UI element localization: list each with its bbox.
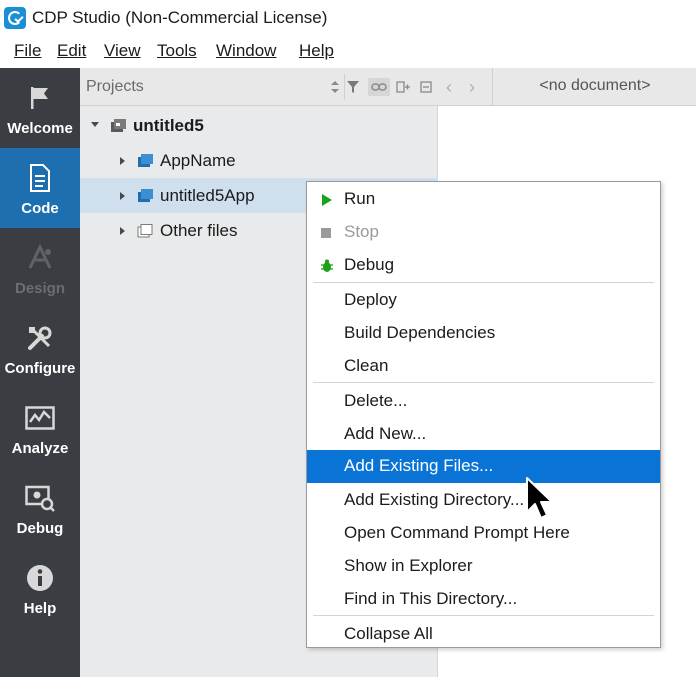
mode-configure[interactable]: Configure <box>0 308 80 388</box>
document-selector[interactable]: <no document> <box>494 77 696 95</box>
mode-design[interactable]: Design <box>0 228 80 308</box>
mode-code[interactable]: Code <box>0 148 80 228</box>
menu-item-debug[interactable]: Debug <box>307 249 660 282</box>
mode-label: Configure <box>4 360 76 377</box>
menu-separator <box>313 382 654 383</box>
tree-item-untitled5[interactable]: untitled5 <box>80 108 438 143</box>
menu-file[interactable]: File <box>14 41 41 61</box>
mode-label: Debug <box>16 520 64 537</box>
expand-arrow-icon[interactable] <box>120 157 125 165</box>
tree-item-label: untitled5 <box>133 116 204 135</box>
mode-bar: Welcome Code Design Configure Analyze De… <box>0 68 80 677</box>
menu-view[interactable]: View <box>104 41 141 61</box>
mode-label: Help <box>23 600 57 617</box>
menu-item-add-existing-directory[interactable]: Add Existing Directory... <box>307 484 660 517</box>
menu-item-clean[interactable]: Clean <box>307 350 660 383</box>
projects-header: Projects <box>80 68 438 106</box>
menu-item-show-in-explorer[interactable]: Show in Explorer <box>307 550 660 583</box>
menu-edit[interactable]: Edit <box>57 41 86 61</box>
app-icon <box>137 189 153 203</box>
menu-tools[interactable]: Tools <box>157 41 197 61</box>
app-icon <box>137 154 153 168</box>
split-icon[interactable] <box>394 78 412 96</box>
tree-item-label: untitled5App <box>160 186 255 205</box>
tools-icon <box>25 324 55 352</box>
stop-icon <box>320 226 334 240</box>
mode-analyze[interactable]: Analyze <box>0 388 80 468</box>
back-arrow-icon[interactable]: ‹ <box>446 77 452 98</box>
mode-welcome[interactable]: Welcome <box>0 68 80 148</box>
menu-item-delete[interactable]: Delete... <box>307 385 660 418</box>
menu-separator <box>313 615 654 616</box>
play-icon <box>320 193 334 207</box>
menu-item-stop[interactable]: Stop <box>307 216 660 249</box>
menu-item-collapse-all[interactable]: Collapse All <box>307 618 660 651</box>
link-editor-icon[interactable] <box>368 78 390 96</box>
menu-item-add-new[interactable]: Add New... <box>307 418 660 451</box>
tree-item-label: AppName <box>160 151 236 170</box>
bug-icon <box>320 259 334 273</box>
expand-arrow-icon[interactable] <box>120 192 125 200</box>
tree-item-label: Other files <box>160 221 238 240</box>
mode-help[interactable]: Help <box>0 548 80 628</box>
mode-label: Analyze <box>11 440 69 457</box>
forward-arrow-icon[interactable]: › <box>469 77 475 98</box>
design-icon <box>25 244 55 272</box>
info-icon <box>25 564 55 592</box>
flag-icon <box>25 84 55 112</box>
menu-item-find-in-directory[interactable]: Find in This Directory... <box>307 583 660 616</box>
menu-help[interactable]: Help <box>299 41 334 61</box>
menu-bar: File Edit View Tools Window Help <box>0 36 696 68</box>
tree-item-appname[interactable]: AppName <box>80 143 438 178</box>
mode-debug[interactable]: Debug <box>0 468 80 548</box>
mode-label: Code <box>21 200 59 217</box>
title-bar: CDP Studio (Non-Commercial License) <box>0 0 696 36</box>
document-header-divider <box>492 68 493 106</box>
menu-item-deploy[interactable]: Deploy <box>307 284 660 317</box>
menu-separator <box>313 282 654 283</box>
mode-label: Design <box>14 280 65 297</box>
close-pane-icon[interactable] <box>417 78 435 96</box>
expand-arrow-icon[interactable] <box>91 122 99 127</box>
chart-icon <box>25 404 55 432</box>
menu-item-build-dependencies[interactable]: Build Dependencies <box>307 317 660 350</box>
sort-updown-icon[interactable] <box>326 78 344 96</box>
menu-window[interactable]: Window <box>216 41 276 61</box>
context-menu: Run Stop Debug Deploy Build Dependencies… <box>306 181 661 648</box>
files-icon <box>137 224 153 238</box>
menu-item-run[interactable]: Run <box>307 183 660 216</box>
project-icon <box>110 119 126 133</box>
debug-icon <box>25 484 55 512</box>
window-title: CDP Studio (Non-Commercial License) <box>32 8 328 27</box>
filter-icon[interactable] <box>344 78 362 96</box>
mode-label: Welcome <box>7 120 73 137</box>
menu-item-add-existing-files[interactable]: Add Existing Files... <box>307 450 660 483</box>
document-icon <box>25 164 55 192</box>
projects-title: Projects <box>86 78 144 95</box>
menu-item-open-command-prompt[interactable]: Open Command Prompt Here <box>307 517 660 550</box>
mouse-cursor-icon <box>526 477 553 519</box>
cdp-studio-logo-icon <box>4 7 26 29</box>
expand-arrow-icon[interactable] <box>120 227 125 235</box>
